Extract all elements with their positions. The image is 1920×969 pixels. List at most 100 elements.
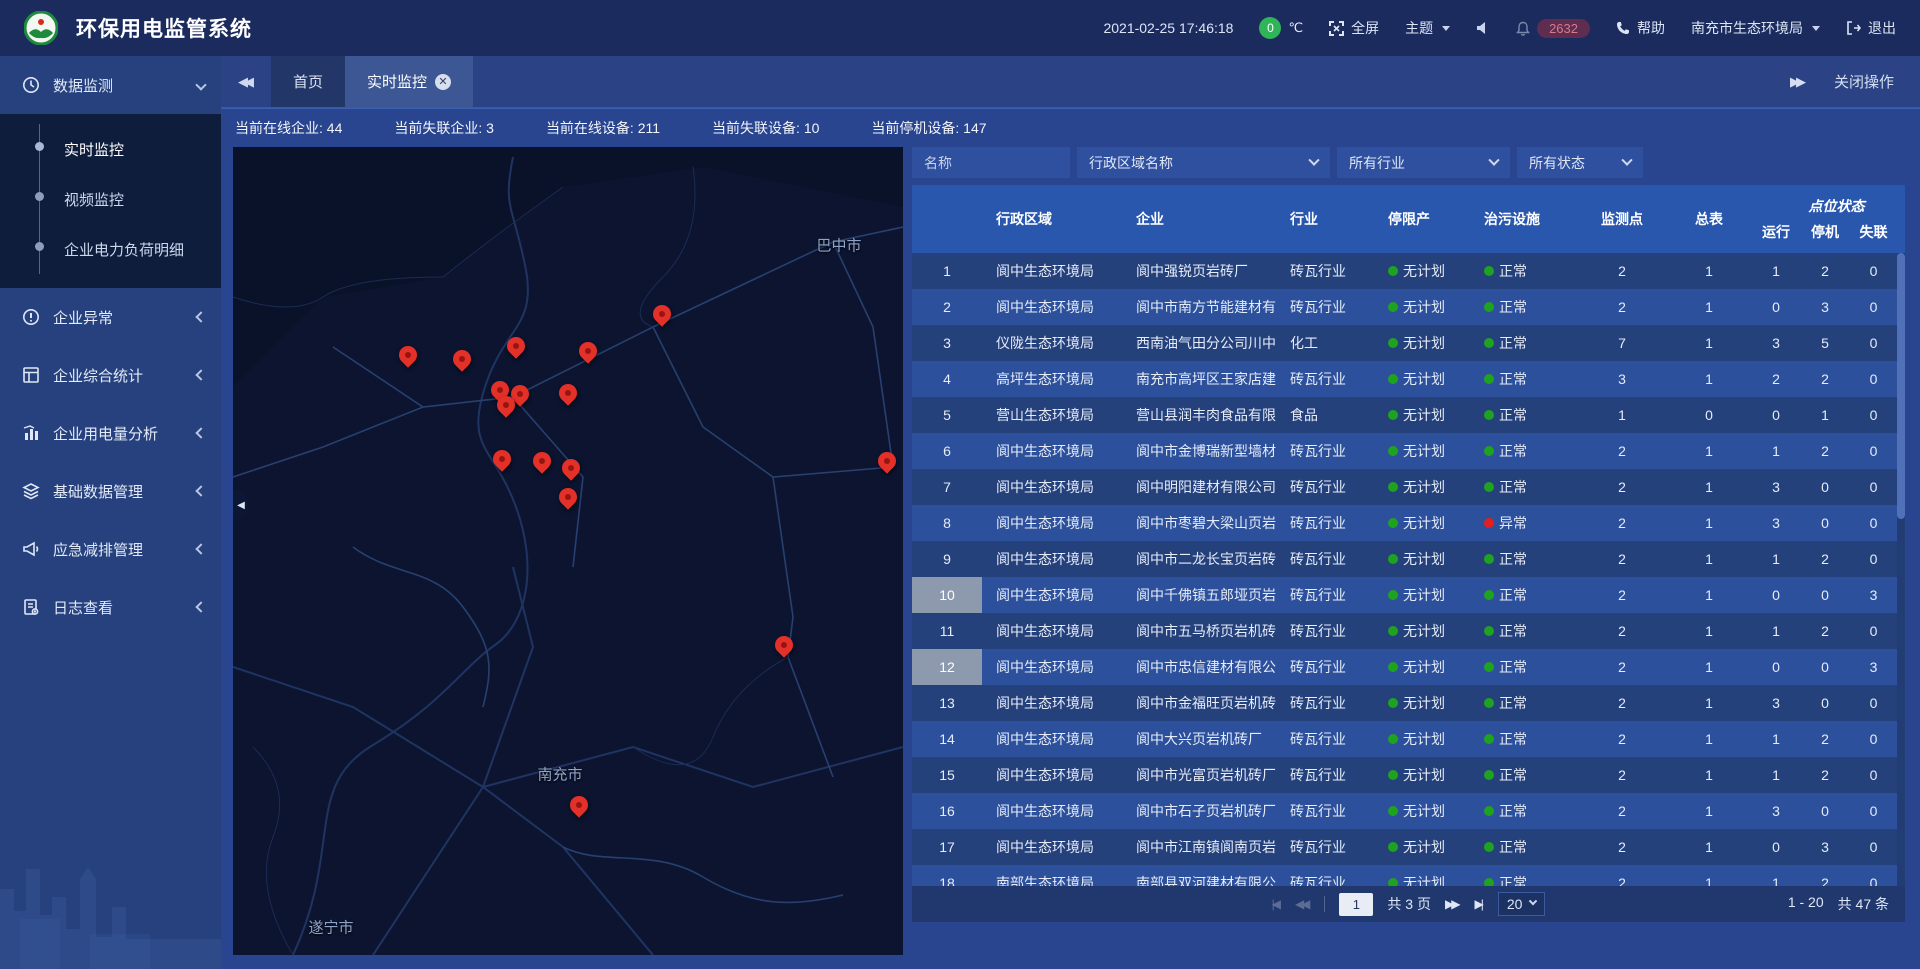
- cell-region: 南部生态环境局: [982, 865, 1132, 886]
- table-row[interactable]: 13阆中生态环境局阆中市金福旺页岩机砖砖瓦行业无计划正常21300: [912, 685, 1897, 721]
- sidebar-subitem-实时监控[interactable]: 实时监控: [0, 124, 221, 174]
- tab-close-icon[interactable]: ✕: [435, 74, 451, 90]
- pagination-bar: |◀ ◀◀ 1 共 3 页 ▶▶ ▶| 20 1 - 20 共 47 条: [912, 886, 1905, 922]
- next-page-button[interactable]: ▶▶: [1445, 897, 1460, 911]
- row-index: 12: [912, 649, 982, 685]
- table-row[interactable]: 18南部生态环境局南部县双河建材有限公砖瓦行业无计划正常21120: [912, 865, 1897, 886]
- chevron-down-icon: [1442, 26, 1450, 31]
- cell-facility: 正常: [1478, 793, 1578, 829]
- cell-run: 1: [1752, 865, 1800, 886]
- region-filter-select[interactable]: 行政区域名称: [1077, 147, 1330, 178]
- table-row[interactable]: 3仪陇生态环境局西南油气田分公司川中化工无计划正常71350: [912, 325, 1897, 361]
- sidebar-item-label: 应急减排管理: [53, 539, 143, 560]
- close-operations-button[interactable]: 关闭操作: [1834, 71, 1894, 92]
- table-row[interactable]: 2阆中生态环境局阆中市南方节能建材有砖瓦行业无计划正常21030: [912, 289, 1897, 325]
- cell-stop: 无计划: [1378, 613, 1478, 649]
- sidebar-item-基础数据管理[interactable]: 基础数据管理: [0, 462, 221, 520]
- table-row[interactable]: 11阆中生态环境局阆中市五马桥页岩机砖砖瓦行业无计划正常21120: [912, 613, 1897, 649]
- notifications-button[interactable]: 2632: [1516, 19, 1590, 38]
- table-row[interactable]: 12阆中生态环境局阆中市忠信建材有限公砖瓦行业无计划正常21003: [912, 649, 1897, 685]
- scrollbar-thumb[interactable]: [1897, 253, 1905, 519]
- logout-button[interactable]: 退出: [1846, 18, 1896, 38]
- name-filter-field[interactable]: [912, 147, 1070, 178]
- cell-facility: 正常: [1478, 253, 1578, 289]
- status-filter-select[interactable]: 所有状态: [1517, 147, 1643, 178]
- sidebar-item-企业综合统计[interactable]: 企业综合统计: [0, 346, 221, 404]
- cell-industry: 砖瓦行业: [1290, 541, 1378, 577]
- table-row[interactable]: 8阆中生态环境局阆中市枣碧大梁山页岩砖瓦行业无计划异常21300: [912, 505, 1897, 541]
- sound-toggle-button[interactable]: [1476, 21, 1490, 35]
- tab-首页[interactable]: 首页: [271, 56, 345, 107]
- page-number-input[interactable]: 1: [1339, 893, 1373, 916]
- cell-industry: 砖瓦行业: [1290, 829, 1378, 865]
- cell-region: 营山生态环境局: [982, 397, 1132, 433]
- cell-run: 1: [1752, 721, 1800, 757]
- cell-facility: 异常: [1478, 505, 1578, 541]
- status-dot-green: [1484, 266, 1494, 276]
- table-scrollbar[interactable]: [1897, 253, 1905, 886]
- last-page-button[interactable]: ▶|: [1474, 897, 1483, 911]
- cell-industry: 食品: [1290, 397, 1378, 433]
- table-row[interactable]: 14阆中生态环境局阆中大兴页岩机砖厂砖瓦行业无计划正常21120: [912, 721, 1897, 757]
- cell-run: 3: [1752, 325, 1800, 361]
- sidebar-subitem-企业电力负荷明细[interactable]: 企业电力负荷明细: [0, 224, 221, 274]
- cell-run: 1: [1752, 613, 1800, 649]
- table-row[interactable]: 5营山生态环境局营山县润丰肉食品有限食品无计划正常10010: [912, 397, 1897, 433]
- col-monitor: 监测点: [1578, 185, 1666, 253]
- table-row[interactable]: 6阆中生态环境局阆中市金博瑞新型墙材砖瓦行业无计划正常21120: [912, 433, 1897, 469]
- theme-menu-button[interactable]: 主题: [1405, 18, 1450, 38]
- map-panel[interactable]: 巴中市南充市遂宁市: [233, 147, 903, 955]
- table-row[interactable]: 7阆中生态环境局阆中明阳建材有限公司砖瓦行业无计划正常21300: [912, 469, 1897, 505]
- cell-offline: 0: [1850, 685, 1897, 721]
- cell-monitor: 2: [1578, 433, 1666, 469]
- name-filter-input[interactable]: [924, 155, 1058, 171]
- tabs-scroll-right-button[interactable]: ▶▶: [1790, 74, 1806, 90]
- cell-company: 南部县双河建材有限公: [1132, 865, 1290, 886]
- cell-region: 阆中生态环境局: [982, 469, 1132, 505]
- sidebar-subitem-视频监控[interactable]: 视频监控: [0, 174, 221, 224]
- sidebar-item-应急减排管理[interactable]: 应急减排管理: [0, 520, 221, 578]
- table-row[interactable]: 10阆中生态环境局阆中千佛镇五郎垭页岩砖瓦行业无计划正常21003: [912, 577, 1897, 613]
- sidebar-item-日志查看[interactable]: 日志查看: [0, 578, 221, 636]
- table-row[interactable]: 16阆中生态环境局阆中市石子页岩机砖厂砖瓦行业无计划正常21300: [912, 793, 1897, 829]
- cell-facility: 正常: [1478, 829, 1578, 865]
- cell-industry: 砖瓦行业: [1290, 469, 1378, 505]
- status-dot-green: [1388, 374, 1398, 384]
- table-row[interactable]: 4高坪生态环境局南充市高坪区王家店建砖瓦行业无计划正常31220: [912, 361, 1897, 397]
- cell-stopped: 0: [1800, 793, 1850, 829]
- sidebar-item-数据监测[interactable]: 数据监测: [0, 56, 221, 114]
- table-row[interactable]: 17阆中生态环境局阆中市江南镇阆南页岩砖瓦行业无计划正常21030: [912, 829, 1897, 865]
- row-index: 5: [912, 397, 982, 433]
- cell-offline: 0: [1850, 829, 1897, 865]
- sidebar-item-企业用电量分析[interactable]: 企业用电量分析: [0, 404, 221, 462]
- cell-run: 3: [1752, 685, 1800, 721]
- page-size-select[interactable]: 20: [1498, 892, 1546, 916]
- prev-page-button[interactable]: ◀◀: [1295, 897, 1310, 911]
- cell-stopped: 0: [1800, 469, 1850, 505]
- table-row[interactable]: 9阆中生态环境局阆中市二龙长宝页岩砖砖瓦行业无计划正常21120: [912, 541, 1897, 577]
- main-content: 当前在线企业: 44当前失联企业: 3当前在线设备: 211当前失联设备: 10…: [221, 108, 1920, 969]
- col-region: 行政区域: [982, 185, 1132, 253]
- cell-facility: 正常: [1478, 649, 1578, 685]
- industry-filter-select[interactable]: 所有行业: [1337, 147, 1510, 178]
- help-button[interactable]: 帮助: [1616, 18, 1665, 38]
- cell-stopped: 2: [1800, 541, 1850, 577]
- cell-meter: 1: [1666, 757, 1752, 793]
- user-menu-button[interactable]: 南充市生态环境局: [1691, 18, 1820, 38]
- cell-offline: 0: [1850, 721, 1897, 757]
- sidebar-item-企业异常[interactable]: 企业异常: [0, 288, 221, 346]
- tab-label: 实时监控: [367, 71, 427, 92]
- cell-industry: 砖瓦行业: [1290, 253, 1378, 289]
- cell-monitor: 2: [1578, 685, 1666, 721]
- col-facility: 治污设施: [1478, 185, 1578, 253]
- first-page-button[interactable]: |◀: [1272, 897, 1281, 911]
- status-dot-green: [1388, 266, 1398, 276]
- cell-region: 阆中生态环境局: [982, 541, 1132, 577]
- row-index: 10: [912, 577, 982, 613]
- table-row[interactable]: 1阆中生态环境局阆中强锐页岩砖厂砖瓦行业无计划正常21120: [912, 253, 1897, 289]
- tab-实时监控[interactable]: 实时监控 ✕: [345, 56, 473, 107]
- table-row[interactable]: 15阆中生态环境局阆中市光富页岩机砖厂砖瓦行业无计划正常21120: [912, 757, 1897, 793]
- tabs-scroll-left-button[interactable]: ◀◀: [221, 56, 271, 107]
- cell-offline: 0: [1850, 757, 1897, 793]
- fullscreen-button[interactable]: 全屏: [1329, 18, 1379, 38]
